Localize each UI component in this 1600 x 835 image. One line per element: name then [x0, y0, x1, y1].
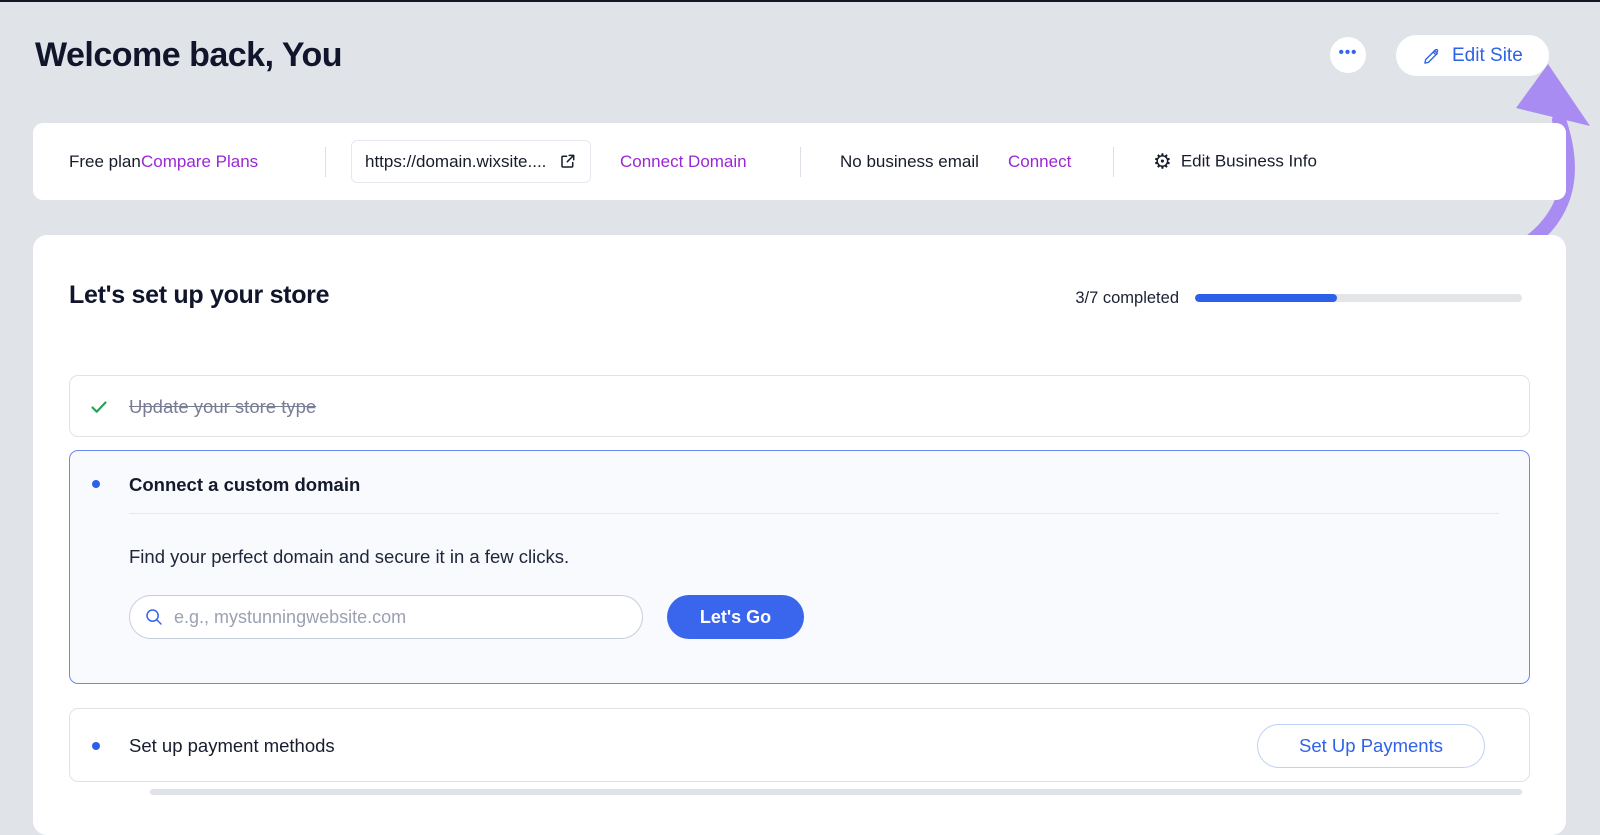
connect-domain-link[interactable]: Connect Domain: [620, 152, 747, 172]
task-label: Update your store type: [129, 376, 316, 438]
external-link-icon[interactable]: [558, 152, 577, 171]
pencil-icon: [1422, 46, 1442, 66]
set-up-payments-button[interactable]: Set Up Payments: [1257, 724, 1485, 768]
site-url-box[interactable]: https://domain.wixsite....: [351, 140, 591, 183]
divider: [800, 147, 801, 177]
progress-track: [1195, 294, 1522, 302]
window-top-edge: [0, 0, 1600, 2]
compare-plans-link[interactable]: Compare Plans: [141, 152, 258, 172]
progress-label: 3/7 completed: [1075, 289, 1179, 308]
connect-email-link[interactable]: Connect: [1008, 152, 1071, 172]
setup-card-title: Let's set up your store: [69, 281, 329, 310]
task-row-connect-custom-domain[interactable]: Connect a custom domain Find your perfec…: [69, 450, 1530, 684]
more-options-button[interactable]: •••: [1330, 37, 1366, 73]
task-label: Connect a custom domain: [129, 474, 360, 496]
domain-search-field[interactable]: [129, 595, 643, 639]
task-row-update-store-type[interactable]: Update your store type: [69, 375, 1530, 437]
progress-fill: [1195, 294, 1337, 302]
divider: [129, 513, 1499, 514]
domain-search-input[interactable]: [174, 607, 628, 628]
edit-business-info-label: Edit Business Info: [1181, 152, 1317, 172]
search-icon: [144, 607, 164, 627]
next-task-row-edge: [150, 789, 1522, 795]
bullet-dot-icon: [92, 742, 100, 750]
edit-business-info-button[interactable]: ⚙ Edit Business Info: [1153, 151, 1317, 172]
task-description: Find your perfect domain and secure it i…: [129, 546, 569, 568]
page-title: Welcome back, You: [35, 36, 342, 75]
task-row-set-up-payment-methods[interactable]: Set up payment methods Set Up Payments: [69, 708, 1530, 782]
site-url-text: https://domain.wixsite....: [365, 152, 546, 172]
divider: [1113, 147, 1114, 177]
edit-site-button[interactable]: Edit Site: [1396, 35, 1549, 76]
free-plan-label: Free plan: [69, 152, 141, 172]
store-setup-card: Let's set up your store 3/7 completed Up…: [33, 235, 1566, 835]
divider: [325, 147, 326, 177]
site-status-bar: Free plan Compare Plans https://domain.w…: [33, 123, 1566, 200]
setup-progress: 3/7 completed: [1075, 285, 1522, 311]
more-options-icon: •••: [1339, 45, 1358, 60]
bullet-dot-icon: [92, 480, 100, 488]
lets-go-button[interactable]: Let's Go: [667, 595, 804, 639]
edit-site-label: Edit Site: [1452, 45, 1523, 67]
no-business-email-label: No business email: [840, 152, 979, 172]
check-icon: [89, 397, 109, 417]
task-label: Set up payment methods: [129, 709, 335, 783]
gear-icon: ⚙: [1153, 151, 1172, 172]
